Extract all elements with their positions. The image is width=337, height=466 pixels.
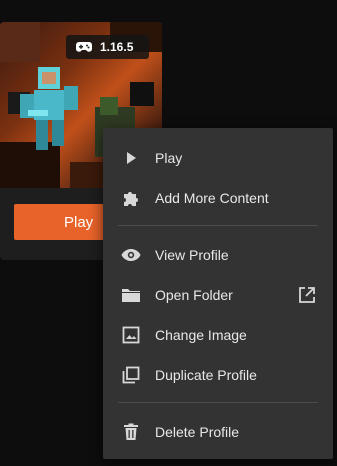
menu-item-label: Play [155,150,183,166]
menu-item-label: Delete Profile [155,424,240,440]
version-badge: 1.16.5 [66,35,149,59]
menu-item-change-image[interactable]: Change Image [103,317,333,353]
external-link-icon [298,286,316,304]
puzzle-icon [121,188,141,208]
menu-item-label: Change Image [155,327,247,343]
menu-item-label: Add More Content [155,190,269,206]
gamepad-icon [76,41,92,53]
menu-item-add-more-content[interactable]: Add More Content [103,180,333,216]
play-icon [121,148,141,168]
menu-item-duplicate-profile[interactable]: Duplicate Profile [103,357,333,393]
menu-item-open-folder[interactable]: Open Folder [103,277,333,313]
menu-divider [118,402,318,403]
menu-item-label: Duplicate Profile [155,367,257,383]
duplicate-icon [121,365,141,385]
menu-item-label: View Profile [155,247,229,263]
menu-item-label: Open Folder [155,287,233,303]
trash-icon [121,422,141,442]
menu-item-play[interactable]: Play [103,140,333,176]
context-menu: Play Add More Content View Profile Open … [103,128,333,459]
menu-item-view-profile[interactable]: View Profile [103,237,333,273]
menu-divider [118,225,318,226]
version-label: 1.16.5 [100,40,134,54]
image-icon [121,325,141,345]
folder-icon [121,285,141,305]
eye-icon [121,245,141,265]
menu-item-delete-profile[interactable]: Delete Profile [103,414,333,450]
